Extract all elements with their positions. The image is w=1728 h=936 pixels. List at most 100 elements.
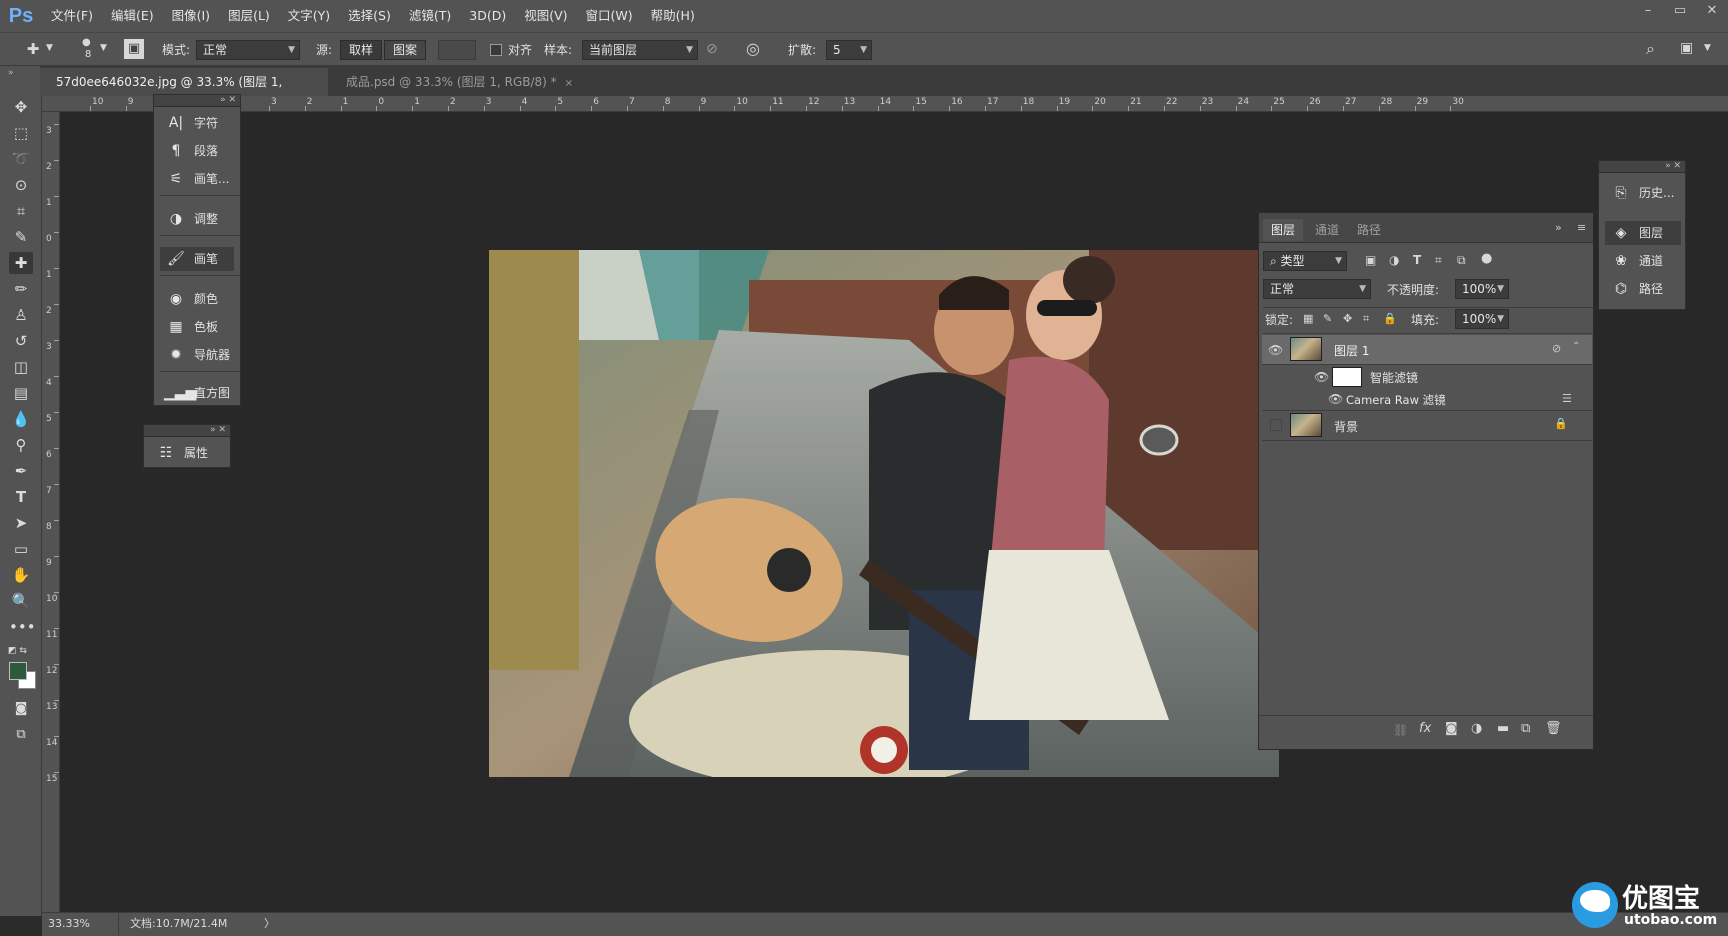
menu-file[interactable]: 文件(F): [42, 0, 102, 32]
layer-row-smart-filters[interactable]: 👁 智能滤镜: [1262, 365, 1592, 389]
diffusion-select[interactable]: 5 ▼: [826, 40, 872, 60]
pressure-size-icon[interactable]: ◎: [746, 39, 760, 58]
rectangle-tool-icon[interactable]: ▭: [9, 538, 33, 560]
folder-icon[interactable]: ▬: [1497, 721, 1509, 736]
close-icon[interactable]: ✕: [1696, 0, 1728, 22]
menu-select[interactable]: 选择(S): [339, 0, 400, 32]
panel-brush-presets[interactable]: ⚟ 画笔...: [164, 167, 230, 191]
panel-paragraph[interactable]: ¶ 段落: [164, 139, 218, 163]
menu-filter[interactable]: 滤镜(T): [400, 0, 460, 32]
panel-menu-icon[interactable]: ≡: [1577, 221, 1586, 234]
blur-tool-icon[interactable]: 💧: [9, 408, 33, 430]
menu-help[interactable]: 帮助(H): [642, 0, 704, 32]
link-layers-icon[interactable]: ⛓: [1393, 723, 1408, 737]
gradient-tool-icon[interactable]: ▤: [9, 382, 33, 404]
collapse-icon[interactable]: »: [8, 68, 14, 78]
hand-tool-icon[interactable]: ✋: [9, 564, 33, 586]
type-tool-icon[interactable]: T: [9, 486, 33, 508]
layer-row-camera-raw[interactable]: 👁 Camera Raw 滤镜 ☰: [1262, 389, 1592, 411]
new-layer-icon[interactable]: ⧉: [1521, 721, 1530, 736]
crop-tool-icon[interactable]: ⌗: [9, 200, 33, 222]
brush-picker-chevron-icon[interactable]: ▼: [100, 43, 107, 53]
default-colors-icon[interactable]: ◩ ⇆: [8, 646, 27, 656]
layer-row[interactable]: 👁 图层 1 ⊘ ⌃: [1262, 335, 1592, 365]
menu-window[interactable]: 窗口(W): [577, 0, 642, 32]
panel-brush[interactable]: 🖌 画笔: [160, 247, 234, 271]
lock-artboard-icon[interactable]: ⌗: [1363, 312, 1369, 326]
lasso-tool-icon[interactable]: ➰: [9, 148, 33, 170]
pattern-button[interactable]: 图案: [384, 40, 426, 60]
panel-character[interactable]: A| 字符: [164, 111, 218, 135]
trash-icon[interactable]: 🗑: [1545, 721, 1562, 736]
screen-mode-icon[interactable]: ⧉: [9, 724, 33, 746]
aligned-checkbox[interactable]: [490, 44, 502, 56]
adjustment-layer-icon[interactable]: ◑: [1471, 721, 1482, 736]
dock-history[interactable]: ⎘ 历史...: [1609, 181, 1674, 205]
workspace-icon[interactable]: ▣: [1680, 40, 1693, 56]
panel-swatches[interactable]: ▦ 色板: [164, 315, 218, 339]
pen-tool-icon[interactable]: ✒: [9, 460, 33, 482]
sampled-button[interactable]: 取样: [340, 40, 382, 60]
filter-kind-select[interactable]: ⌕ 类型 ▼: [1263, 251, 1347, 271]
layer-row[interactable]: 背景 🔒: [1262, 411, 1592, 441]
panel-navigator[interactable]: ✹ 导航器: [164, 343, 230, 367]
collapse-effects-icon[interactable]: ⌃: [1572, 341, 1580, 352]
menu-layer[interactable]: 图层(L): [219, 0, 279, 32]
clone-source-icon[interactable]: ▣: [124, 39, 144, 59]
close-icon[interactable]: ×: [565, 78, 573, 89]
visibility-eye-icon[interactable]: 👁: [1328, 392, 1343, 406]
path-select-tool-icon[interactable]: ➤: [9, 512, 33, 534]
tab-document-psd[interactable]: 成品.psd @ 33.3% (图层 1, RGB/8) * ×: [330, 68, 580, 96]
marquee-tool-icon[interactable]: ⬚: [9, 122, 33, 144]
tab-layers[interactable]: 图层: [1263, 219, 1304, 241]
menu-type[interactable]: 文字(Y): [279, 0, 339, 32]
ignore-adjustment-icon[interactable]: ⊘: [706, 41, 718, 57]
mode-select[interactable]: 正常 ▼: [196, 40, 300, 60]
panel-properties[interactable]: ☷ 属性: [154, 441, 208, 465]
expand-panel-icon[interactable]: »: [1555, 221, 1562, 234]
zoom-level[interactable]: 33.33%: [48, 913, 90, 935]
blend-mode-select[interactable]: 正常 ▼: [1263, 279, 1371, 299]
panel-histogram[interactable]: ▁▃▅ 直方图: [164, 381, 230, 405]
more-tools-icon[interactable]: •••: [9, 616, 36, 638]
filter-smart-object-icon[interactable]: ⧉: [1457, 253, 1466, 268]
lock-transparent-icon[interactable]: ▦: [1303, 312, 1313, 325]
filter-pixel-icon[interactable]: ▣: [1365, 253, 1376, 267]
move-tool-icon[interactable]: ✥: [9, 96, 33, 118]
visibility-toggle[interactable]: [1270, 419, 1282, 431]
foreground-color-swatch[interactable]: [9, 662, 27, 680]
fx-icon[interactable]: fx: [1419, 721, 1431, 736]
lock-position-icon[interactable]: ✥: [1343, 312, 1352, 325]
document-photo[interactable]: [489, 250, 1279, 777]
sample-select[interactable]: 当前图层 ▼: [582, 40, 698, 60]
zoom-tool-icon[interactable]: 🔍: [9, 590, 33, 612]
healing-brush-tool-icon[interactable]: ✚: [22, 40, 44, 60]
dodge-tool-icon[interactable]: ⚲: [9, 434, 33, 456]
tab-document-jpg[interactable]: 57d0ee646032e.jpg @ 33.3% (图层 1, RGB/8) …: [40, 68, 328, 117]
eraser-tool-icon[interactable]: ◫: [9, 356, 33, 378]
filter-adjustment-icon[interactable]: ◑: [1389, 253, 1399, 267]
menu-edit[interactable]: 编辑(E): [102, 0, 163, 32]
lock-all-icon[interactable]: 🔒: [1383, 312, 1397, 325]
history-brush-tool-icon[interactable]: ↺: [9, 330, 33, 352]
eyedropper-tool-icon[interactable]: ✎: [9, 226, 33, 248]
menu-3d[interactable]: 3D(D): [460, 0, 515, 32]
menu-view[interactable]: 视图(V): [515, 0, 576, 32]
filter-options-icon[interactable]: ☰: [1562, 392, 1572, 405]
panel-color[interactable]: ◉ 颜色: [164, 287, 218, 311]
chevron-down-icon[interactable]: ▼: [46, 43, 53, 53]
dock-layers[interactable]: ◈ 图层: [1605, 221, 1681, 245]
add-mask-icon[interactable]: ◙: [1445, 721, 1458, 736]
status-menu-arrow-icon[interactable]: 〉: [264, 913, 275, 935]
minimize-icon[interactable]: –: [1632, 0, 1664, 22]
stamp-tool-icon[interactable]: ♙: [9, 304, 33, 326]
panel-adjustments[interactable]: ◑ 调整: [164, 207, 218, 231]
workspace-chevron-icon[interactable]: ▼: [1704, 43, 1711, 53]
quick-mask-icon[interactable]: ◙: [9, 698, 33, 720]
fill-input[interactable]: 100% ▼: [1455, 309, 1509, 329]
lock-image-icon[interactable]: ✎: [1323, 312, 1332, 325]
brush-tool-icon[interactable]: ✏: [9, 278, 33, 300]
maximize-icon[interactable]: ▭: [1664, 0, 1696, 22]
filter-type-icon[interactable]: T: [1413, 253, 1421, 267]
opacity-input[interactable]: 100% ▼: [1455, 279, 1509, 299]
